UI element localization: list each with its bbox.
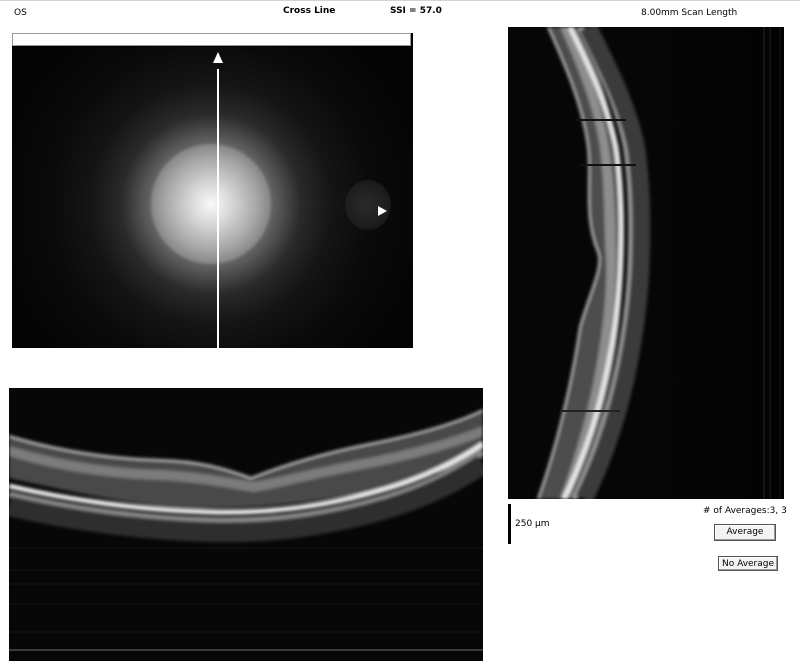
arrow-up-icon [213, 52, 223, 63]
average-button[interactable]: Average [714, 524, 776, 541]
scan-length-label: 8.00mm Scan Length [641, 8, 738, 18]
no-average-button[interactable]: No Average [718, 556, 778, 571]
scale-bar-label: 250 µm [515, 519, 550, 529]
horizontal-bscan-svg [9, 409, 483, 651]
arrow-right-icon [378, 206, 387, 216]
top-divider [0, 0, 800, 1]
fundus-title-bar [12, 33, 411, 46]
eye-label: OS [14, 8, 27, 18]
vertical-bscan-svg [537, 27, 784, 499]
vertical-scan-line[interactable] [217, 69, 219, 348]
fundus-image[interactable] [12, 47, 413, 348]
vertical-bscan-image [508, 27, 784, 499]
averages-count: # of Averages:3, 3 [703, 506, 787, 516]
horizontal-bscan-image [9, 388, 483, 661]
scan-pattern-title: Cross Line [283, 6, 336, 16]
fundus-image-panel [12, 33, 413, 348]
scale-bar [508, 504, 511, 544]
optic-disc [345, 180, 391, 230]
ssi-value: SSI = 57.0 [390, 6, 442, 16]
